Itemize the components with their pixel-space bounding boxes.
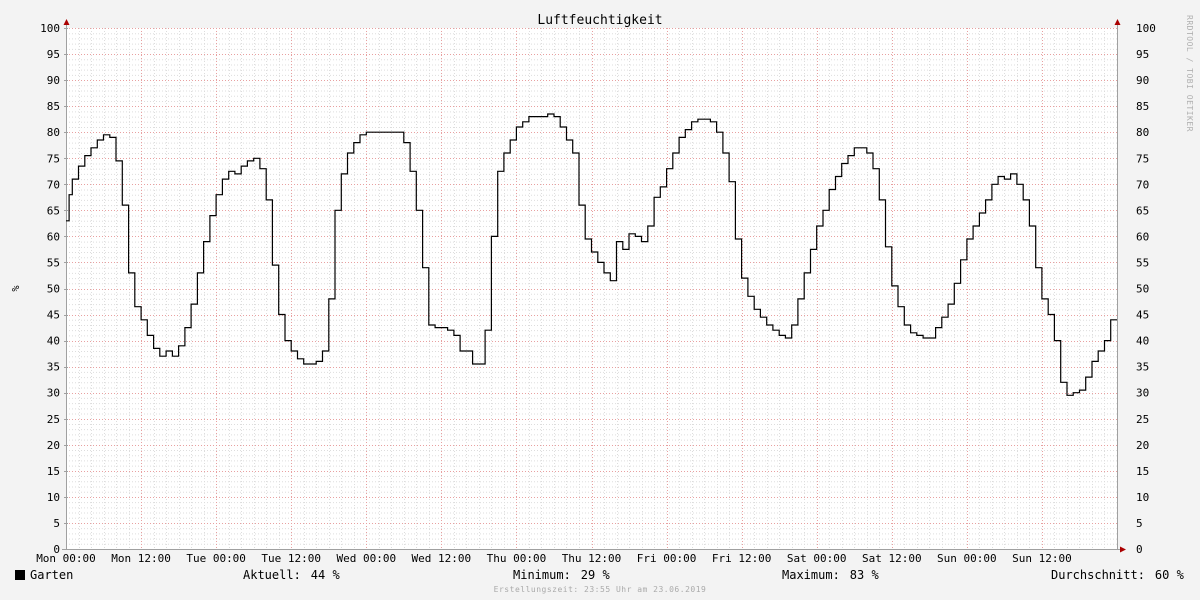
stat-current-label: Aktuell: xyxy=(243,568,301,582)
legend-swatch-garten xyxy=(15,570,25,580)
x-tick-label: Wed 00:00 xyxy=(336,552,396,565)
y-tick-label-left: 70 xyxy=(47,178,60,191)
y-tick-label-right: 0 xyxy=(1136,543,1143,556)
y-tick-label-left: 90 xyxy=(47,74,60,87)
stat-minimum: Minimum: 29 % xyxy=(513,568,610,582)
stat-average: Durchschnitt: 60 % xyxy=(1051,568,1184,582)
y-tick-label-right: 30 xyxy=(1136,387,1149,400)
y-tick-label-left: 20 xyxy=(47,439,60,452)
stat-minimum-value: 29 % xyxy=(580,568,610,582)
legend-series-name: Garten xyxy=(30,568,74,582)
y-axis-label: % xyxy=(9,285,20,291)
y-tick-label-left: 10 xyxy=(47,491,60,504)
y-tick-label-left: 60 xyxy=(47,230,60,243)
y-tick-label-right: 85 xyxy=(1136,100,1149,113)
y-tick-label-left: 25 xyxy=(47,413,60,426)
y-tick-label-left: 75 xyxy=(47,152,60,165)
y-tick-label-left: 35 xyxy=(47,361,60,374)
y-tick-label-left: 30 xyxy=(47,387,60,400)
creation-time-footer: Erstellungszeit: 23:55 Uhr am 23.06.2019 xyxy=(493,585,707,594)
y-tick-label-left: 80 xyxy=(47,126,60,139)
y-tick-label-right: 60 xyxy=(1136,230,1149,243)
y-tick-label-right: 50 xyxy=(1136,283,1149,296)
x-tick-label: Wed 12:00 xyxy=(412,552,472,565)
stat-maximum-label: Maximum: xyxy=(782,568,840,582)
x-tick-label: Sun 00:00 xyxy=(937,552,997,565)
y-tick-label-right: 100 xyxy=(1136,22,1156,35)
rrdtool-credit: RRDTOOL / TOBI OETIKER xyxy=(1185,15,1194,132)
y-tick-label-left: 15 xyxy=(47,465,60,478)
legend-row: Garten Aktuell: 44 % Minimum: 29 % Maximum… xyxy=(0,567,1200,585)
x-tick-label: Sun 12:00 xyxy=(1012,552,1072,565)
y-axis-arrow-left xyxy=(63,19,70,25)
stat-current: Aktuell: 44 % xyxy=(243,568,340,582)
x-tick-label: Tue 12:00 xyxy=(261,552,321,565)
y-tick-label-right: 70 xyxy=(1136,178,1149,191)
chart-container: 0 0 5 5 10 10 15 15 20 20 25 25 30 30 35 35 40 40 45 45 50 50… xyxy=(0,0,1200,600)
x-tick-label: Fri 00:00 xyxy=(637,552,697,565)
humidity-chart: 0 05 510 1015 1520 2025 2530 3035 3540 4045 4550 50… xyxy=(9,13,1156,565)
y-tick-label-right: 55 xyxy=(1136,256,1149,269)
y-tick-label-left: 45 xyxy=(47,309,60,322)
y-tick-label-left: 40 xyxy=(47,335,60,348)
x-tick-label: Mon 12:00 xyxy=(111,552,171,565)
y-tick-label-left: 55 xyxy=(47,256,60,269)
y-tick-label-right: 90 xyxy=(1136,74,1149,87)
y-tick-label-right: 40 xyxy=(1136,335,1149,348)
x-tick-label: Sat 12:00 xyxy=(862,552,922,565)
y-tick-label-right: 20 xyxy=(1136,439,1149,452)
stat-minimum-label: Minimum: xyxy=(513,568,571,582)
stat-current-value: 44 % xyxy=(310,568,340,582)
x-tick-label: Fri 12:00 xyxy=(712,552,772,565)
x-tick-label: Thu 00:00 xyxy=(487,552,547,565)
y-tick-label-right: 35 xyxy=(1136,361,1149,374)
y-tick-label-left: 100 xyxy=(40,22,60,35)
y-tick-label-left: 65 xyxy=(47,204,60,217)
stat-maximum: Maximum: 83 % xyxy=(782,568,879,582)
y-tick-label-left: 85 xyxy=(47,100,60,113)
y-tick-label-right: 80 xyxy=(1136,126,1149,139)
y-tick-label-left: 50 xyxy=(47,283,60,296)
y-tick-label-right: 75 xyxy=(1136,152,1149,165)
stat-average-label: Durchschnitt: xyxy=(1051,568,1145,582)
y-tick-label-right: 25 xyxy=(1136,413,1149,426)
x-tick-label: Mon 00:00 xyxy=(36,552,96,565)
x-tick-label: Thu 12:00 xyxy=(562,552,622,565)
stat-average-value: 60 % xyxy=(1154,568,1184,582)
x-tick-label: Tue 00:00 xyxy=(186,552,246,565)
y-tick-label-right: 5 xyxy=(1136,517,1143,530)
y-tick-label-right: 65 xyxy=(1136,204,1149,217)
y-tick-label-right: 95 xyxy=(1136,48,1149,61)
y-tick-label-left: 95 xyxy=(47,48,60,61)
y-tick-label-right: 15 xyxy=(1136,465,1149,478)
y-tick-label-right: 10 xyxy=(1136,491,1149,504)
x-axis-arrow xyxy=(1120,546,1126,553)
y-tick-label-right: 45 xyxy=(1136,309,1149,322)
stat-maximum-value: 83 % xyxy=(849,568,879,582)
y-tick-label-left: 5 xyxy=(53,517,60,530)
x-tick-label: Sat 00:00 xyxy=(787,552,847,565)
y-axis-arrow-right xyxy=(1114,19,1121,25)
chart-title: Luftfeuchtigkeit xyxy=(537,13,662,28)
